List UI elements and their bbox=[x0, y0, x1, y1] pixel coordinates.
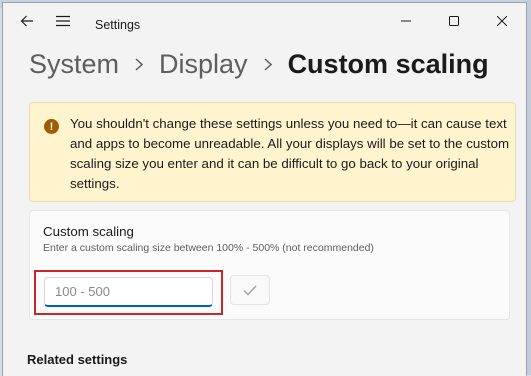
hamburger-icon bbox=[56, 15, 70, 27]
minimize-button[interactable] bbox=[383, 3, 429, 39]
maximize-button[interactable] bbox=[431, 3, 477, 39]
close-icon bbox=[497, 16, 507, 26]
warning-icon: ! bbox=[44, 119, 59, 134]
related-settings-heading: Related settings bbox=[27, 352, 128, 367]
warning-infobar: ! You shouldn't change these settings un… bbox=[29, 102, 516, 202]
settings-window: Settings System Display Custom scaling !… bbox=[2, 2, 527, 376]
menu-button[interactable] bbox=[47, 3, 79, 39]
breadcrumb-display[interactable]: Display bbox=[159, 46, 248, 82]
custom-scaling-card: Custom scaling Enter a custom scaling si… bbox=[29, 210, 510, 320]
custom-scaling-title: Custom scaling bbox=[43, 224, 134, 239]
custom-scaling-description: Enter a custom scaling size between 100%… bbox=[43, 242, 374, 254]
app-title: Settings bbox=[95, 18, 141, 32]
page-title: Custom scaling bbox=[287, 49, 489, 79]
title-bar: Settings bbox=[3, 3, 526, 45]
checkmark-icon bbox=[243, 285, 257, 296]
back-button[interactable] bbox=[11, 3, 43, 39]
arrow-left-icon bbox=[20, 15, 33, 27]
maximize-icon bbox=[449, 16, 459, 26]
breadcrumb: System Display Custom scaling bbox=[29, 46, 489, 82]
breadcrumb-system[interactable]: System bbox=[29, 46, 119, 82]
chevron-right-icon bbox=[264, 57, 272, 71]
apply-button[interactable] bbox=[230, 275, 270, 305]
custom-scaling-input[interactable] bbox=[44, 277, 213, 307]
chevron-right-icon bbox=[135, 57, 144, 71]
warning-text: You shouldn't change these settings unle… bbox=[70, 116, 510, 191]
minimize-icon bbox=[401, 20, 411, 22]
close-button[interactable] bbox=[479, 3, 525, 39]
